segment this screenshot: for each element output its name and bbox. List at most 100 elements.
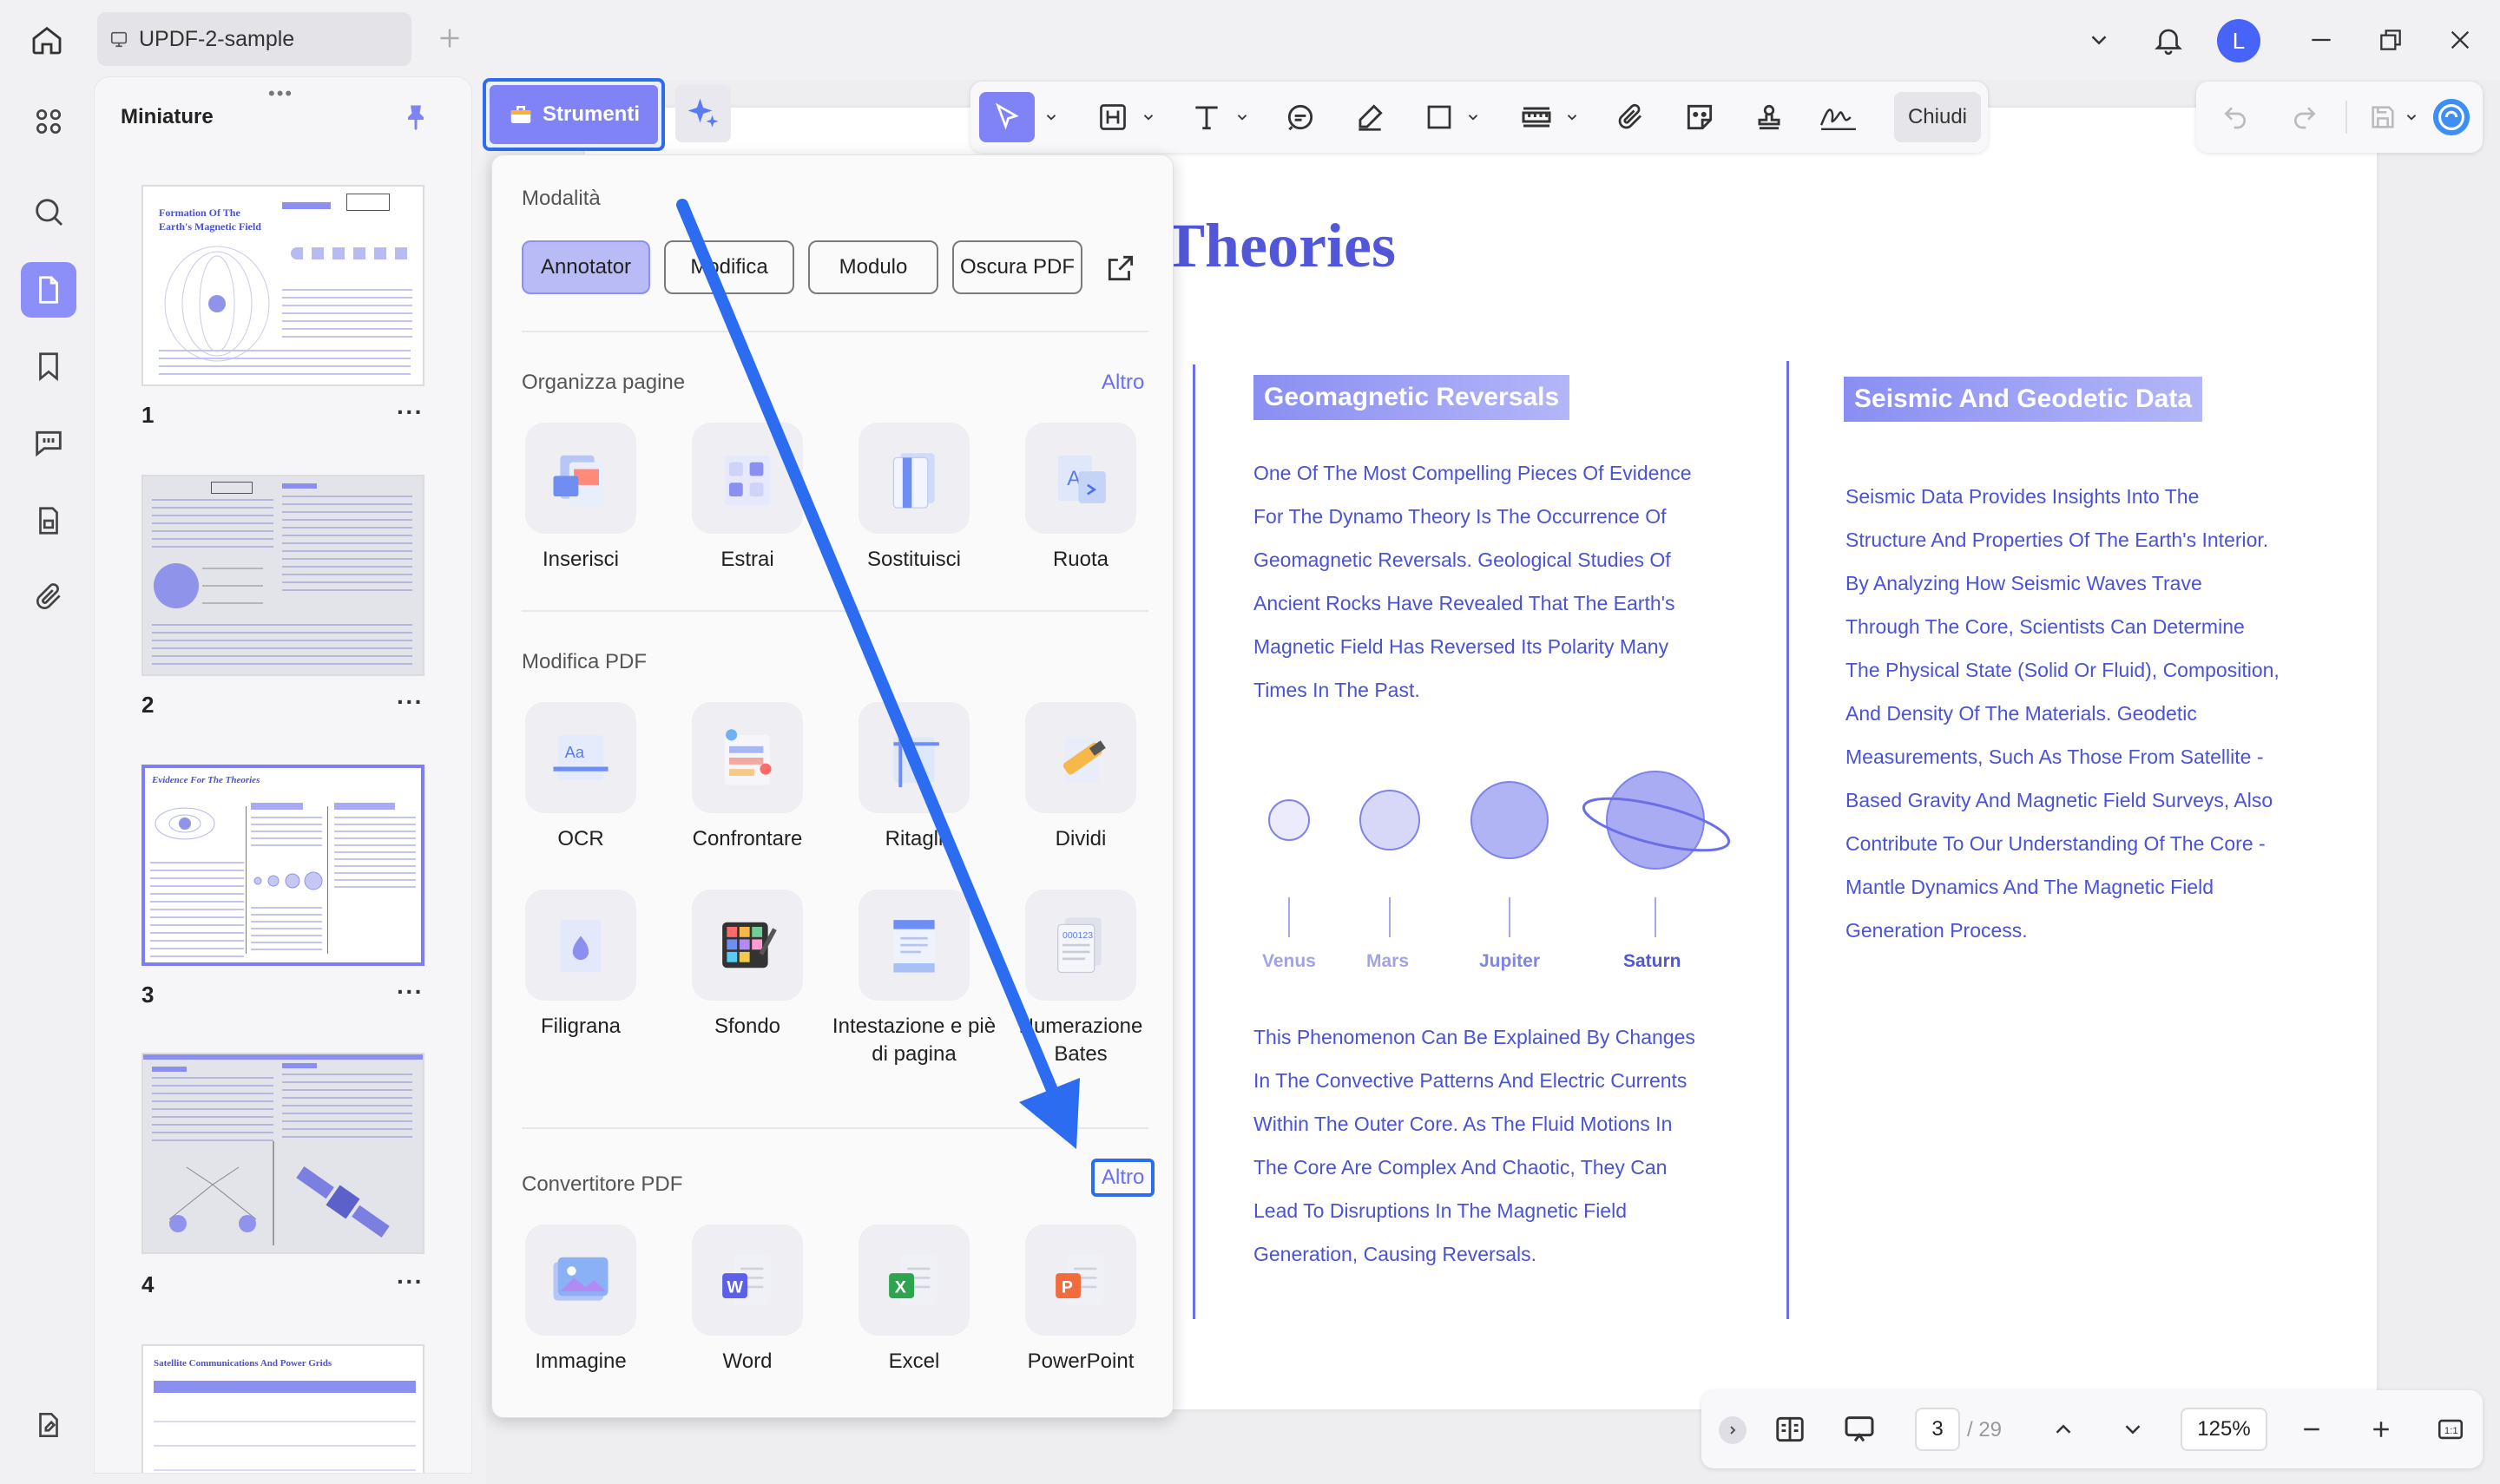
page-thumbnail[interactable] bbox=[141, 475, 424, 676]
text-line: This Phenomenon Can Be Explained By Chan… bbox=[1253, 1026, 1695, 1048]
measure-ruler-icon[interactable] bbox=[1516, 92, 1557, 142]
search-icon[interactable] bbox=[21, 184, 76, 240]
page-thumbnail[interactable] bbox=[141, 1053, 424, 1254]
rectangle-shape-icon[interactable] bbox=[1418, 92, 1460, 142]
comments-icon[interactable] bbox=[21, 415, 76, 470]
tool-crop[interactable]: Ritagli bbox=[831, 702, 997, 853]
sticker-icon[interactable] bbox=[1679, 92, 1720, 142]
sidebar-settings-icon[interactable] bbox=[21, 1397, 76, 1453]
chevron-down-icon[interactable] bbox=[1462, 92, 1484, 142]
page-more-button[interactable]: ··· bbox=[397, 398, 424, 426]
mode-form-button[interactable]: Modulo bbox=[808, 240, 938, 294]
tool-label: Sfondo bbox=[714, 1015, 781, 1038]
tool-rotate[interactable]: A Ruota bbox=[997, 423, 1164, 574]
restore-icon[interactable] bbox=[2366, 16, 2415, 64]
previous-page-icon[interactable] bbox=[2042, 1404, 2085, 1454]
attach-file-icon[interactable] bbox=[1609, 92, 1651, 142]
ai-logo-icon[interactable] bbox=[2427, 92, 2476, 142]
close-window-icon[interactable] bbox=[2436, 16, 2484, 64]
highlight-h-icon[interactable] bbox=[1092, 92, 1134, 142]
attachment-icon[interactable] bbox=[21, 569, 76, 625]
text-line: One Of The Most Compelling Pieces Of Evi… bbox=[1253, 462, 1692, 484]
tools-tab-highlighted[interactable]: Strumenti bbox=[483, 78, 665, 151]
page-layout-icon[interactable] bbox=[1766, 1404, 1814, 1454]
tool-extract[interactable]: Estrai bbox=[664, 423, 831, 574]
chevron-down-icon[interactable] bbox=[2401, 92, 2422, 142]
stamp-icon[interactable] bbox=[1748, 92, 1790, 142]
document-tab[interactable]: UPDF-2-sample bbox=[97, 12, 411, 66]
new-tab-plus-icon[interactable] bbox=[434, 23, 465, 54]
chevron-down-icon[interactable] bbox=[2075, 16, 2123, 64]
tool-convert-image[interactable]: Immagine bbox=[497, 1225, 664, 1376]
tool-header-footer[interactable]: Intestazione e piè di pagina bbox=[831, 890, 997, 1068]
drag-handle[interactable]: ••• bbox=[268, 82, 293, 105]
external-link-icon[interactable] bbox=[1100, 247, 1141, 289]
convert-more-link-highlighted[interactable]: Altro bbox=[1091, 1159, 1155, 1197]
bell-icon[interactable] bbox=[2144, 16, 2193, 64]
text-tool-icon[interactable] bbox=[1186, 92, 1227, 142]
separator bbox=[522, 1127, 1148, 1129]
tool-background[interactable]: Sfondo bbox=[664, 890, 831, 1041]
avatar[interactable]: L bbox=[2217, 19, 2260, 62]
tool-convert-powerpoint[interactable]: P PowerPoint bbox=[997, 1225, 1164, 1376]
select-pointer-icon[interactable] bbox=[979, 92, 1035, 142]
page-more-button[interactable]: ··· bbox=[397, 688, 424, 716]
mode-annotator-button[interactable]: Annotator bbox=[522, 240, 650, 294]
header-footer-icon bbox=[859, 890, 970, 1001]
tool-ocr[interactable]: Aa OCR bbox=[497, 702, 664, 853]
tool-split[interactable]: Dividi bbox=[997, 702, 1164, 853]
tool-watermark[interactable]: Filigrana bbox=[497, 890, 664, 1041]
zoom-level[interactable]: 125% bbox=[2181, 1408, 2267, 1451]
thumbnails-page-icon[interactable] bbox=[21, 262, 76, 318]
mode-redact-button[interactable]: Oscura PDF bbox=[952, 240, 1082, 294]
planet-label: Venus bbox=[1262, 951, 1316, 971]
close-toolbar-button[interactable]: Chiudi bbox=[1894, 92, 1981, 142]
page-thumbnail[interactable]: Satellite Communications And Power Grids bbox=[141, 1344, 424, 1473]
tool-insert[interactable]: Inserisci bbox=[497, 423, 664, 574]
presentation-icon[interactable] bbox=[1835, 1404, 1884, 1454]
zoom-in-icon[interactable] bbox=[2359, 1404, 2403, 1454]
chevron-down-icon[interactable] bbox=[1137, 92, 1160, 142]
page-thumbnail-selected[interactable]: Evidence For The Theories bbox=[141, 765, 424, 966]
chevron-down-icon[interactable] bbox=[1231, 92, 1253, 142]
chevron-down-icon[interactable] bbox=[1561, 92, 1583, 142]
pin-icon[interactable] bbox=[400, 102, 431, 133]
next-page-icon[interactable] bbox=[2111, 1404, 2155, 1454]
comment-bubble-icon[interactable] bbox=[1280, 92, 1321, 142]
column-divider bbox=[1193, 364, 1195, 1319]
undo-icon[interactable] bbox=[2214, 92, 2257, 142]
tool-replace[interactable]: Sostituisci bbox=[831, 423, 997, 574]
home-icon[interactable] bbox=[24, 17, 69, 62]
collapse-chevron-icon[interactable] bbox=[1719, 1416, 1747, 1444]
bookmark-icon[interactable] bbox=[21, 338, 76, 394]
page-number: 4 bbox=[141, 1271, 155, 1297]
chevron-down-icon[interactable] bbox=[1040, 92, 1062, 142]
form-fields-icon[interactable] bbox=[21, 493, 76, 548]
text-line: And Density Of The Materials. Geodetic bbox=[1845, 702, 2197, 725]
pencil-icon[interactable] bbox=[1349, 92, 1391, 142]
redo-icon[interactable] bbox=[2283, 92, 2326, 142]
planet-marker bbox=[1655, 897, 1656, 937]
planet-label: Saturn bbox=[1623, 951, 1681, 971]
annotation-toolbar: Chiudi bbox=[970, 82, 1988, 153]
page-more-button[interactable]: ··· bbox=[397, 978, 424, 1006]
save-icon[interactable] bbox=[2361, 92, 2405, 142]
powerpoint-file-icon: P bbox=[1025, 1225, 1136, 1336]
tool-convert-word[interactable]: W Word bbox=[664, 1225, 831, 1376]
planet-marker bbox=[1288, 897, 1290, 937]
tool-compare[interactable]: Confrontare bbox=[664, 702, 831, 853]
ai-assistant-sparkle-icon[interactable] bbox=[675, 85, 731, 142]
page-more-button[interactable]: ··· bbox=[397, 1268, 424, 1296]
page-number-input[interactable]: 3 bbox=[1915, 1408, 1960, 1451]
zoom-out-icon[interactable] bbox=[2290, 1404, 2333, 1454]
apps-grid-icon[interactable] bbox=[21, 94, 76, 149]
tool-convert-excel[interactable]: X Excel bbox=[831, 1225, 997, 1376]
page-thumbnail[interactable]: Formation Of The Earth's Magnetic Field bbox=[141, 185, 424, 386]
minimize-icon[interactable] bbox=[2297, 16, 2345, 64]
tool-bates-numbering[interactable]: 000123 Numerazione Bates bbox=[997, 890, 1164, 1068]
signature-icon[interactable] bbox=[1814, 92, 1863, 142]
svg-text:1:1: 1:1 bbox=[2444, 1426, 2458, 1436]
organize-more-link[interactable]: Altro bbox=[1102, 371, 1144, 395]
mode-edit-button[interactable]: Modifica bbox=[664, 240, 794, 294]
actual-size-icon[interactable]: 1:1 bbox=[2429, 1404, 2472, 1454]
